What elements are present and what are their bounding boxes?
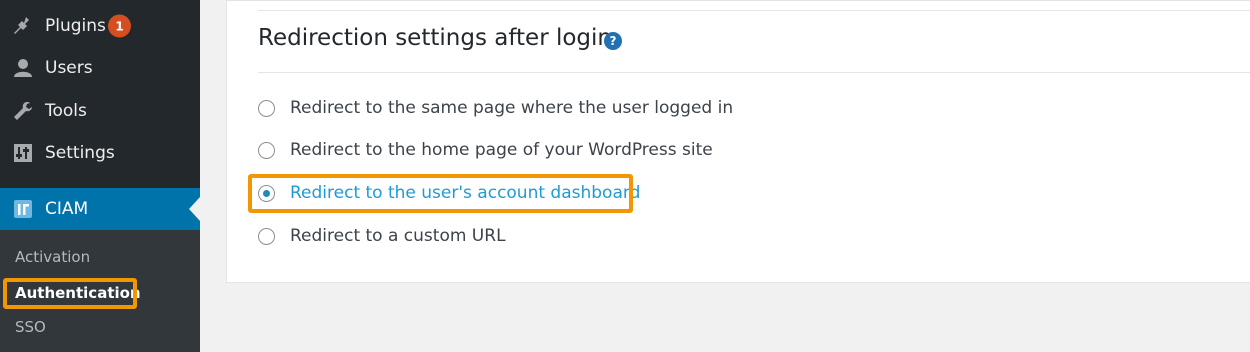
sliders-icon [14,144,32,162]
submenu-item-sso[interactable]: SSO [15,318,46,336]
sidebar-item-label: Tools [45,101,87,121]
sidebar-item-label: Plugins [45,16,106,36]
option-label: Redirect to the same page where the user… [290,98,734,118]
redirect-option-home-page[interactable]: Redirect to the home page of your WordPr… [258,139,713,161]
radio-button[interactable] [258,99,275,117]
option-label: Redirect to the home page of your WordPr… [290,140,713,160]
sidebar-item-label: Users [45,58,93,78]
sidebar-item-plugins[interactable]: Plugins 1 [0,5,200,47]
ciam-logo-icon [14,200,32,218]
authentication-highlight [3,278,137,309]
current-menu-arrow [189,197,200,221]
help-icon[interactable]: ? [604,32,622,50]
sidebar-item-tools[interactable]: Tools [0,90,200,132]
option-label: Redirect to a custom URL [290,226,506,246]
sidebar-item-label: Settings [45,143,115,163]
sidebar-item-users[interactable]: Users [0,47,200,89]
update-count-badge: 1 [108,14,131,38]
plug-icon [14,17,29,34]
redirect-option-same-page[interactable]: Redirect to the same page where the user… [258,97,733,119]
radio-button[interactable] [258,141,275,159]
section-title: Redirection settings after login [258,25,612,51]
sidebar-item-label: CIAM [45,199,89,219]
submenu-item-activation[interactable]: Activation [15,248,90,266]
dashboard-option-highlight [248,174,633,213]
divider [258,10,1250,11]
divider [258,72,1250,73]
user-icon [14,59,32,77]
wrench-icon [14,102,32,120]
sidebar-item-settings[interactable]: Settings [0,132,200,174]
admin-sidebar: Plugins 1 Users Tools Settings CIAM Acti… [0,0,200,352]
radio-button[interactable] [258,227,275,245]
redirect-option-custom-url[interactable]: Redirect to a custom URL [258,225,506,247]
sidebar-item-ciam[interactable]: CIAM [0,188,200,230]
